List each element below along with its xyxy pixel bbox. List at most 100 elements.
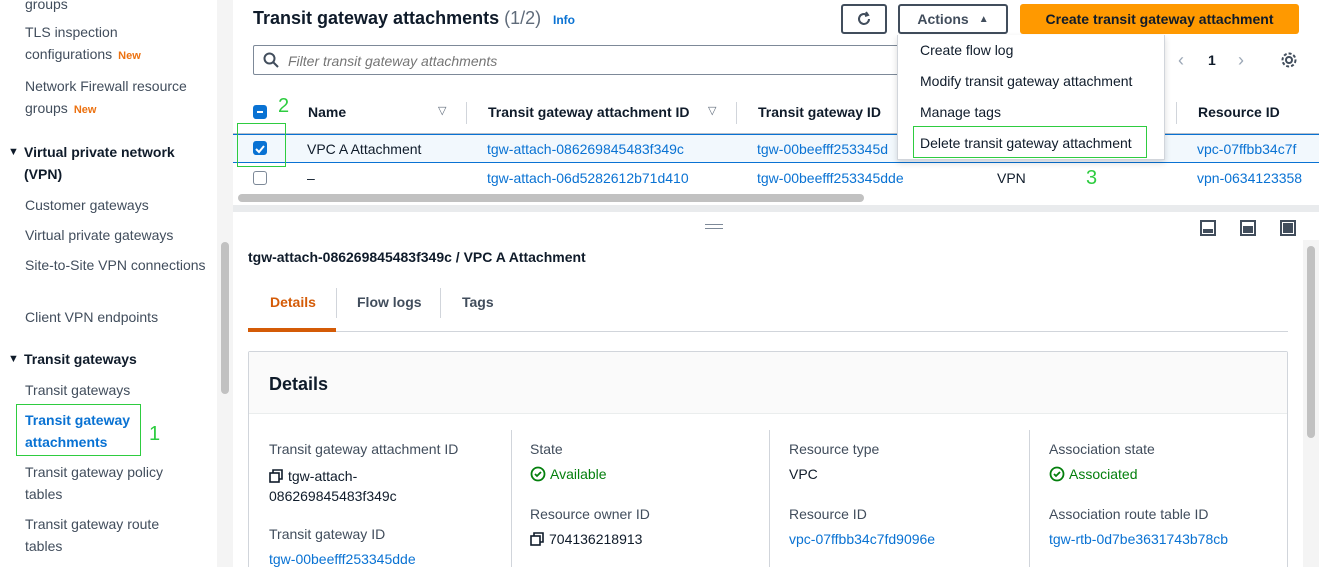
association-state-text: Associated xyxy=(1069,466,1138,482)
cell-name: VPC A Attachment xyxy=(307,141,422,157)
table-row[interactable]: – tgw-attach-06d5282612b71d410 tgw-00bee… xyxy=(233,164,1319,193)
create-button-label: Create transit gateway attachment xyxy=(1045,11,1274,27)
sort-icon[interactable]: ▽ xyxy=(708,104,716,117)
state-value: Available xyxy=(530,466,607,482)
menu-item-manage-tags[interactable]: Manage tags xyxy=(920,104,1001,120)
attachment-id-text: tgw-attach- xyxy=(288,468,358,484)
copy-icon[interactable] xyxy=(530,532,544,546)
column-divider[interactable] xyxy=(736,102,737,124)
state-text: Available xyxy=(550,466,607,482)
filter-input[interactable] xyxy=(288,51,888,71)
column-divider[interactable] xyxy=(1176,102,1177,124)
column-header-tgw-id[interactable]: Transit gateway ID xyxy=(758,104,881,120)
tgw-id-label: Transit gateway ID xyxy=(269,526,386,542)
sidebar-item-label: Site-to-Site VPN connections xyxy=(25,257,206,273)
search-icon xyxy=(263,52,279,68)
annotation-number-1: 1 xyxy=(149,423,161,445)
menu-item-modify-attachment[interactable]: Modify transit gateway attachment xyxy=(920,73,1132,89)
column-divider xyxy=(1029,430,1030,567)
cell-resource-id[interactable]: vpn-0634123358 xyxy=(1197,170,1302,186)
tab-divider xyxy=(440,288,441,318)
menu-item-create-flow-log[interactable]: Create flow log xyxy=(920,42,1013,58)
sidebar-item-label: TLS inspection configurations xyxy=(25,24,118,62)
sidebar-item-tls-inspection[interactable]: TLS inspection configurations New xyxy=(25,21,210,67)
resource-type-value: VPC xyxy=(789,466,818,482)
state-label: State xyxy=(530,441,563,457)
sidebar: groups TLS inspection configurations New … xyxy=(0,0,217,567)
page-number[interactable]: 1 xyxy=(1208,52,1216,68)
new-badge: New xyxy=(118,50,141,62)
selection-count: (1/2) xyxy=(504,8,542,28)
association-route-table-link[interactable]: tgw-rtb-0d7be3631743b78cb xyxy=(1049,531,1228,547)
split-panel-divider[interactable] xyxy=(233,205,1319,212)
sidebar-item-transit-gateway-route-tables[interactable]: Transit gateway route tables xyxy=(25,513,185,557)
cell-attachment-id[interactable]: tgw-attach-06d5282612b71d410 xyxy=(487,170,689,186)
sidebar-item-transit-gateway-policy-tables[interactable]: Transit gateway policy tables xyxy=(25,461,185,505)
sidebar-item-site-to-site-vpn[interactable]: Site-to-Site VPN connections xyxy=(25,254,210,276)
sidebar-item-transit-gateways[interactable]: Transit gateways xyxy=(25,379,210,401)
actions-button[interactable]: Actions ▲ xyxy=(898,4,1008,34)
chevron-right-icon[interactable]: › xyxy=(1238,50,1244,71)
filter-box[interactable] xyxy=(253,45,903,75)
cell-tgw-id[interactable]: tgw-00beefff253345d xyxy=(757,141,888,157)
tgw-id-link[interactable]: tgw-00beefff253345dde xyxy=(269,551,416,567)
refresh-button[interactable] xyxy=(841,4,887,34)
sidebar-item-label: Customer gateways xyxy=(25,197,149,213)
association-state-value: Associated xyxy=(1049,466,1137,482)
panel-bottom-icon[interactable] xyxy=(1200,220,1216,236)
page-title: Transit gateway attachments (1/2) xyxy=(253,8,541,29)
annotation-box-step-3 xyxy=(913,126,1147,158)
sort-icon[interactable]: ▽ xyxy=(438,104,446,117)
drag-handle-icon[interactable] xyxy=(705,224,723,229)
sidebar-item-label: Virtual private gateways xyxy=(25,227,174,243)
sidebar-item-groups[interactable]: groups xyxy=(25,0,210,15)
page-title-text: Transit gateway attachments xyxy=(253,8,500,28)
owner-value: 704136218913 xyxy=(530,531,642,547)
active-tab-indicator xyxy=(248,328,336,332)
copy-icon[interactable] xyxy=(269,469,283,483)
column-header-name[interactable]: Name xyxy=(308,104,346,120)
tab-details[interactable]: Details xyxy=(270,294,316,310)
column-divider xyxy=(769,430,770,567)
panel-full-icon[interactable] xyxy=(1280,220,1296,236)
sidebar-section-vpn[interactable]: ▼ Virtual private network (VPN) xyxy=(8,141,208,185)
association-state-label: Association state xyxy=(1049,441,1155,457)
detail-scrollbar-thumb[interactable] xyxy=(1307,246,1315,438)
table-horizontal-scrollbar[interactable] xyxy=(238,194,864,202)
sidebar-section-transit-gateways[interactable]: ▼ Transit gateways xyxy=(8,348,208,370)
select-all-checkbox[interactable] xyxy=(253,105,267,119)
sidebar-item-virtual-private-gateways[interactable]: Virtual private gateways xyxy=(25,224,210,246)
sidebar-item-label: Transit gateways xyxy=(25,382,131,398)
sidebar-item-network-firewall-resource-groups[interactable]: Network Firewall resource groups New xyxy=(25,75,210,121)
check-circle-icon xyxy=(530,466,546,482)
info-link[interactable]: Info xyxy=(553,13,575,27)
chevron-left-icon[interactable]: ‹ xyxy=(1178,50,1184,71)
resource-id-label: Resource ID xyxy=(789,506,867,522)
sidebar-item-client-vpn-endpoints[interactable]: Client VPN endpoints xyxy=(25,306,210,328)
details-container: Details Transit gateway attachment ID tg… xyxy=(248,351,1288,567)
annotation-number-3: 3 xyxy=(1086,167,1098,189)
column-header-attachment-id[interactable]: Transit gateway attachment ID xyxy=(488,104,690,120)
actions-menu: Create flow log Modify transit gateway a… xyxy=(897,35,1165,160)
row-checkbox[interactable] xyxy=(253,171,267,185)
gear-icon[interactable] xyxy=(1280,51,1298,69)
sidebar-item-label: groups xyxy=(25,0,68,12)
cell-attachment-id[interactable]: tgw-attach-086269845483f349c xyxy=(487,141,684,157)
sidebar-item-label: Transit gateway policy tables xyxy=(25,464,163,502)
column-divider[interactable] xyxy=(466,102,467,124)
caret-up-icon: ▲ xyxy=(978,13,989,25)
panel-side-icon[interactable] xyxy=(1240,220,1256,236)
cell-resource-id[interactable]: vpc-07ffbb34c7f xyxy=(1197,141,1296,157)
association-route-table-label: Association route table ID xyxy=(1049,506,1209,522)
cell-resource-type: VPN xyxy=(997,170,1026,186)
column-header-resource-id[interactable]: Resource ID xyxy=(1198,104,1280,120)
tab-flow-logs[interactable]: Flow logs xyxy=(357,294,422,310)
create-attachment-button[interactable]: Create transit gateway attachment xyxy=(1020,4,1299,34)
cell-tgw-id[interactable]: tgw-00beefff253345dde xyxy=(757,170,904,186)
resource-id-link[interactable]: vpc-07ffbb34c7fd9096e xyxy=(789,531,935,547)
attachment-id-label: Transit gateway attachment ID xyxy=(269,441,459,457)
sidebar-item-customer-gateways[interactable]: Customer gateways xyxy=(25,194,210,216)
sidebar-scrollbar-thumb[interactable] xyxy=(221,242,229,394)
tab-tags[interactable]: Tags xyxy=(462,294,494,310)
cell-name: – xyxy=(307,170,315,186)
